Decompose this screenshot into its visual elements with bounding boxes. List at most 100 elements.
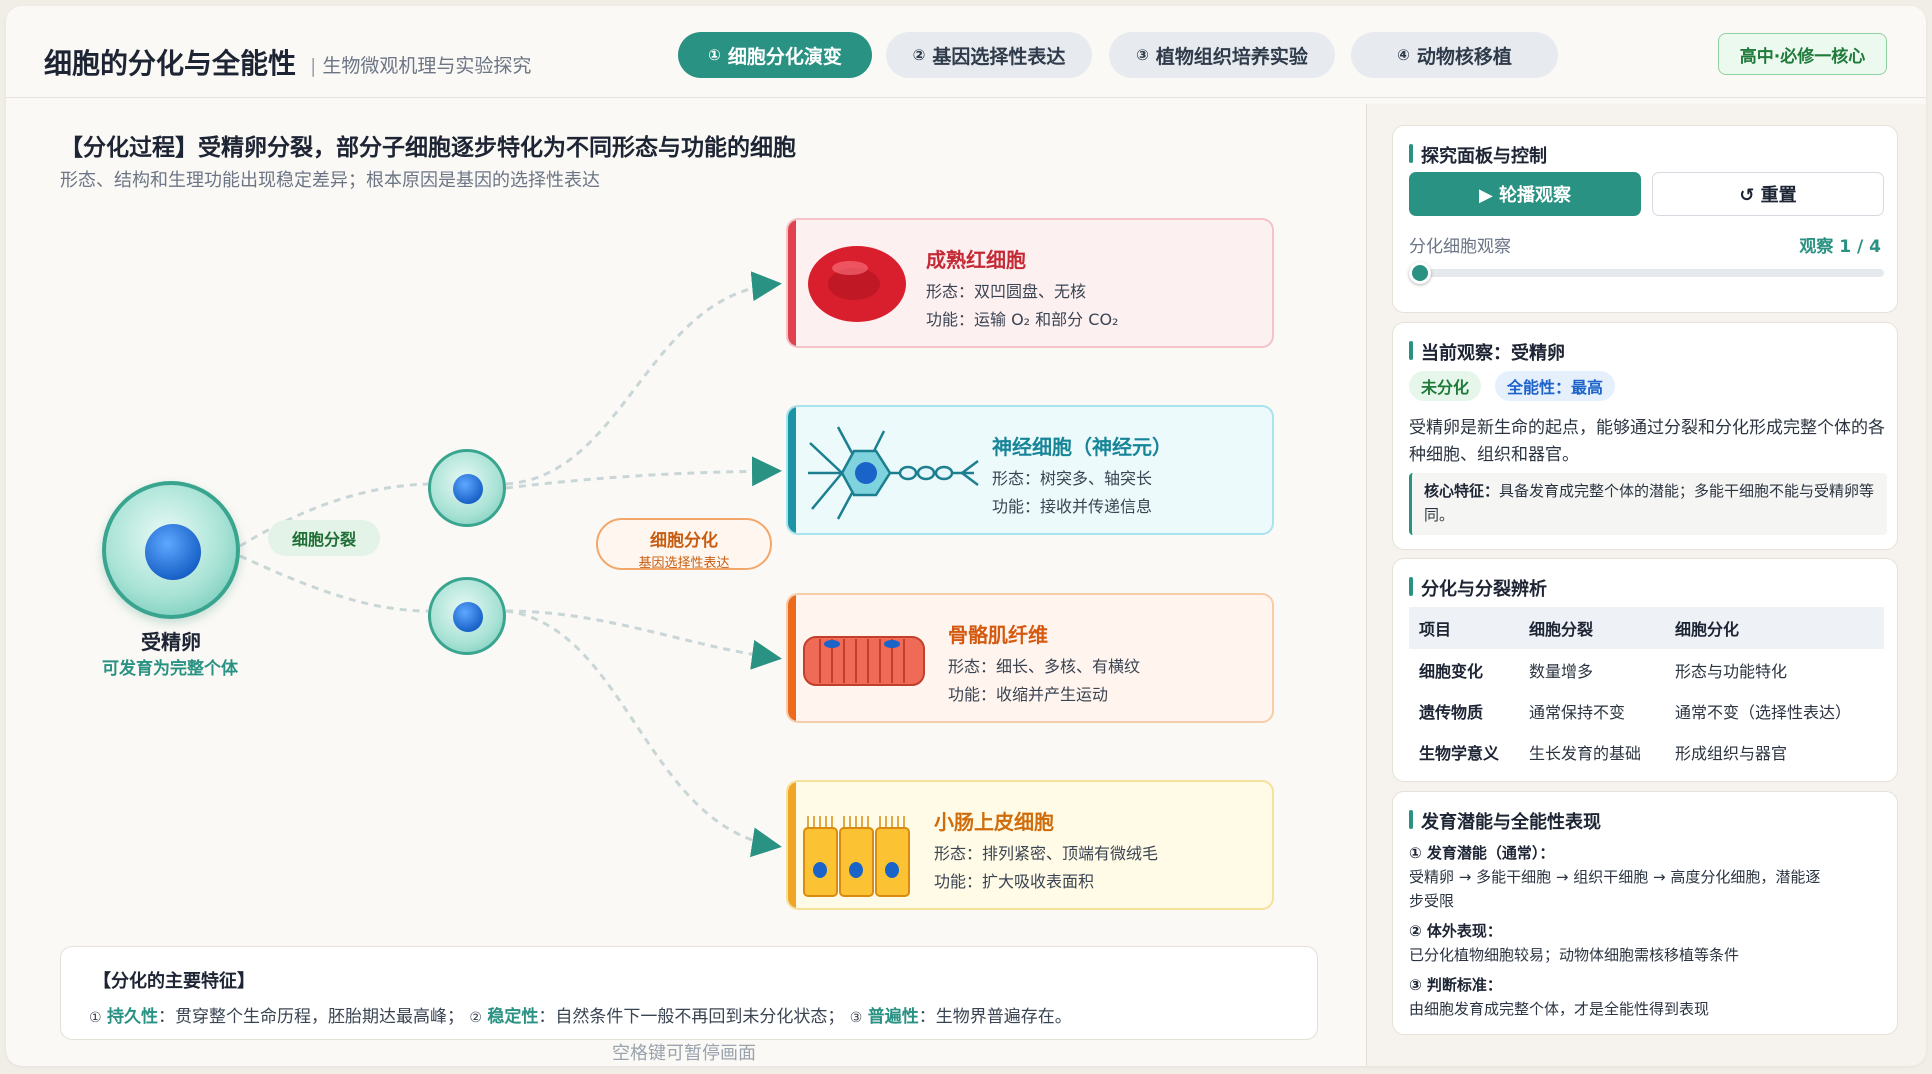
play-carousel-button[interactable]: ▶ 轮播观察: [1409, 172, 1641, 216]
diff-line-neuron: [505, 456, 782, 490]
division-line-lower: [239, 554, 429, 613]
card-accent-bar: [788, 407, 796, 533]
tab-nuclear-transfer[interactable]: ④ 动物核移植: [1351, 32, 1558, 78]
table-cell: 遗传物质: [1419, 702, 1484, 722]
cell-name: 骨骼肌纤维: [948, 623, 1048, 647]
tab-label: 基因选择性表达: [932, 45, 1066, 68]
cell-function: 功能：运输 O₂ 和部分 CO₂: [926, 310, 1119, 329]
potency-line: 步受限: [1409, 892, 1455, 910]
card-skeletal-muscle[interactable]: 骨骼肌纤维 形态：细长、多核、有横纹 功能：收缩并产生运动: [786, 593, 1274, 723]
differentiation-pill: 细胞分化 基因选择性表达: [596, 518, 772, 571]
core-feature-box: 核心特征：具备发育成完整个体的潜能；多能干细胞不能与受精卵等同。: [1409, 473, 1887, 535]
intestinal-cell-icon: [803, 816, 910, 897]
diff-line-red: [505, 271, 782, 486]
cell-name: 神经细胞（神经元）: [992, 435, 1172, 459]
core-label: 核心特征：: [1424, 482, 1500, 500]
app-window: 细胞的分化与全能性 | 生物微观机理与实验探究 ① 细胞分化演变 ② 基因选择性表达 …: [6, 6, 1926, 1066]
tab-cell-differentiation[interactable]: ① 细胞分化演变: [678, 32, 872, 78]
table-cell: 形成组织与器官: [1675, 743, 1788, 763]
reset-button[interactable]: ↺ 重置: [1652, 172, 1884, 216]
observation-slider-track[interactable]: [1409, 269, 1884, 277]
neuron-icon: [808, 426, 979, 520]
daughter-cell-upper: [428, 449, 506, 527]
card-red-blood-cell[interactable]: 成熟红细胞 形态：双凹圆盘、无核 功能：运输 O₂ 和部分 CO₂: [786, 218, 1274, 348]
page-title: 细胞的分化与全能性: [44, 47, 297, 80]
tab-number: ③: [1136, 46, 1149, 64]
features-title: 【分化的主要特征】: [93, 971, 255, 992]
table-cell: 生物学意义: [1419, 743, 1500, 763]
potency-heading: ② 体外表现：: [1409, 922, 1502, 940]
tab-plant-tissue-culture[interactable]: ③ 植物组织培养实验: [1109, 32, 1335, 78]
card-accent-bar: [788, 220, 796, 346]
potency-heading: ③ 判断标准：: [1409, 976, 1502, 994]
table-cell: 数量增多: [1529, 661, 1594, 681]
state-badge: 未分化: [1409, 371, 1482, 401]
daughter-nucleus: [453, 602, 483, 632]
cell-shape: 形态：树突多、轴突长: [992, 469, 1153, 488]
potency-badge: 全能性：最高: [1495, 371, 1616, 401]
level-badge: 高中·必修一核心: [1718, 33, 1887, 75]
zygote-nucleus: [145, 524, 201, 580]
cell-function: 功能：扩大吸收表面积: [934, 872, 1095, 891]
diff-line-muscle: [505, 609, 782, 670]
feature-number: ③: [849, 1010, 863, 1026]
differentiation-note: 基因选择性表达: [638, 556, 730, 571]
potency-heading: ① 发育潜能（通常）：: [1409, 844, 1555, 862]
division-pill: 细胞分裂: [268, 520, 380, 556]
subtitle-text: 生物微观机理与实验探究: [322, 55, 532, 77]
tab-label: 植物组织培养实验: [1155, 45, 1308, 68]
cell-shape: 形态：双凹圆盘、无核: [926, 282, 1087, 301]
cell-name: 小肠上皮细胞: [934, 810, 1054, 834]
card-neuron[interactable]: 神经细胞（神经元） 形态：树突多、轴突长 功能：接收并传递信息: [786, 405, 1274, 535]
card-intestinal-epithelium[interactable]: 小肠上皮细胞 形态：排列紧密、顶端有微绒毛 功能：扩大吸收表面积: [786, 780, 1274, 910]
diff-line-intestine: [505, 609, 782, 858]
slider-label: 分化细胞观察: [1409, 237, 1511, 257]
cell-shape: 形态：排列紧密、顶端有微绒毛: [934, 844, 1159, 863]
control-title: 探究面板与控制: [1409, 142, 1547, 168]
feature-key: 稳定性: [487, 1007, 539, 1027]
table-header: 细胞分裂: [1519, 607, 1665, 649]
tab-number: ②: [912, 46, 926, 64]
current-title: 当前观察：受精卵: [1409, 339, 1565, 365]
feature-text: ：自然条件下一般不再回到未分化状态；: [538, 1007, 845, 1027]
zygote-cell[interactable]: [102, 481, 240, 619]
zygote-note: 可发育为完整个体: [102, 659, 238, 679]
cell-name: 成熟红细胞: [926, 248, 1026, 272]
page-subtitle: | 生物微观机理与实验探究: [310, 51, 531, 78]
muscle-fiber-icon: [803, 636, 925, 686]
table-cell: 通常不变（选择性表达）: [1675, 702, 1852, 722]
observation-slider-thumb[interactable]: [1409, 262, 1431, 284]
table-header: 细胞分化: [1665, 607, 1884, 649]
header: 细胞的分化与全能性 | 生物微观机理与实验探究 ① 细胞分化演变 ② 基因选择性表达 …: [6, 6, 1926, 98]
potency-line: 受精卵 → 多能干细胞 → 组织干细胞 → 高度分化细胞，潜能逐: [1409, 868, 1821, 886]
cell-shape: 形态：细长、多核、有横纹: [948, 657, 1141, 676]
pause-hint: 空格键可暂停画面: [612, 1043, 756, 1064]
zygote-label: 受精卵: [141, 630, 201, 654]
feature-key: 普遍性: [867, 1007, 919, 1027]
tab-gene-expression[interactable]: ② 基因选择性表达: [886, 32, 1092, 78]
card-accent-bar: [788, 595, 796, 721]
table-row: 生物学意义 生长发育的基础 形成组织与器官: [1409, 731, 1884, 772]
comparison-card: 分化与分裂辨析 项目 细胞分裂 细胞分化 细胞变化 数量增多 形态与功能特化 遗…: [1392, 558, 1898, 782]
feature-number: ②: [469, 1010, 482, 1026]
table-cell: 生长发育的基础: [1529, 743, 1642, 763]
daughter-cell-lower: [428, 577, 506, 655]
section-subtitle: 形态、结构和生理功能出现稳定差异；根本原因是基因的选择性表达: [60, 170, 600, 191]
table-header-row: 项目 细胞分裂 细胞分化: [1409, 607, 1884, 649]
cell-function: 功能：接收并传递信息: [992, 497, 1153, 516]
potency-title: 发育潜能与全能性表现: [1409, 808, 1601, 834]
table-cell: 形态与功能特化: [1675, 661, 1788, 681]
table-row: 遗传物质 通常保持不变 通常不变（选择性表达）: [1409, 690, 1884, 731]
card-accent-bar: [788, 782, 796, 908]
potency-card: 发育潜能与全能性表现 ① 发育潜能（通常）： 受精卵 → 多能干细胞 → 组织干…: [1392, 791, 1898, 1035]
table-header: 项目: [1409, 607, 1519, 649]
tab-number: ④: [1397, 46, 1410, 64]
feature-key: 持久性: [106, 1007, 158, 1027]
feature-text: ：生物界普遍存在。: [918, 1007, 1072, 1027]
control-panel: 探究面板与控制 ▶ 轮播观察 ↺ 重置 分化细胞观察 观察 1 / 4: [1392, 125, 1898, 313]
potency-line: 由细胞发育成完整个体，才是全能性得到表现: [1409, 1000, 1710, 1018]
potency-line: 已分化植物细胞较易；动物体细胞需核移植等条件: [1409, 946, 1740, 964]
feature-text: ：贯穿整个生命历程，胚胎期达最高峰；: [157, 1007, 464, 1027]
table-row: 细胞变化 数量增多 形态与功能特化: [1409, 649, 1884, 690]
comparison-title: 分化与分裂辨析: [1409, 575, 1547, 601]
